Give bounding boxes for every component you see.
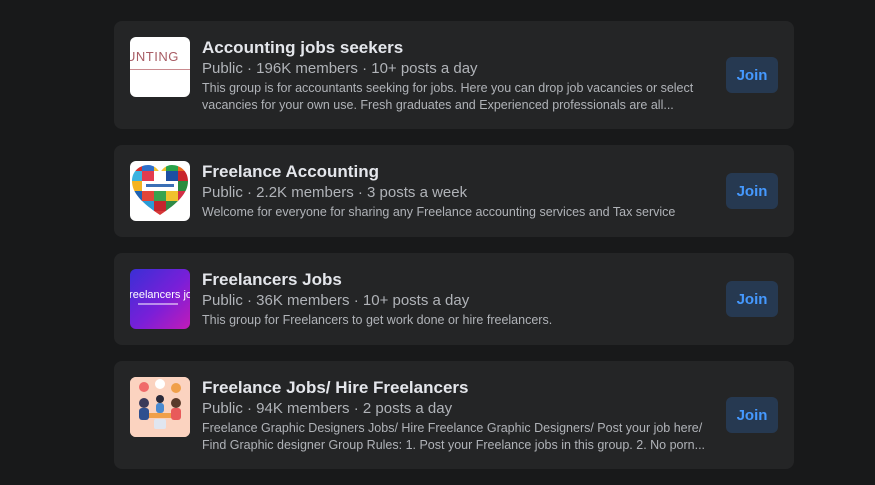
group-description: This group for Freelancers to get work d… (202, 313, 553, 327)
group-info: Accounting jobs seekers Public · 196K me… (202, 37, 718, 114)
join-button[interactable]: Join (726, 173, 778, 209)
group-thumbnail[interactable] (130, 161, 190, 221)
group-thumbnail[interactable]: freelancers job (130, 269, 190, 329)
group-name[interactable]: Freelancers Jobs (202, 269, 718, 290)
group-name[interactable]: Accounting jobs seekers (202, 37, 718, 58)
group-thumbnail[interactable] (130, 377, 190, 437)
heart-flags-image (132, 165, 188, 215)
thumbnail-text: UNTING (130, 49, 179, 64)
group-card: UNTING Accounting jobs seekers Public · … (114, 21, 794, 129)
group-info: Freelancers Jobs Public · 36K members · … (202, 269, 718, 329)
group-card: Freelance Jobs/ Hire Freelancers Public … (114, 361, 794, 469)
group-description: Freelance Graphic Designers Jobs/ Hire F… (202, 421, 706, 452)
group-info: Freelance Jobs/ Hire Freelancers Public … (202, 377, 718, 454)
group-description: This group is for accountants seeking fo… (202, 81, 694, 112)
thumbnail-subline (138, 303, 178, 305)
group-meta: Public · 36K members · 10+ posts a day (202, 292, 470, 309)
join-button[interactable]: Join (726, 57, 778, 93)
group-description: Welcome for everyone for sharing any Fre… (202, 205, 676, 219)
thumbnail-divider (130, 69, 190, 70)
group-name[interactable]: Freelance Jobs/ Hire Freelancers (202, 377, 718, 398)
group-meta: Public · 196K members · 10+ posts a day (202, 60, 478, 77)
group-thumbnail[interactable]: UNTING (130, 37, 190, 97)
join-button[interactable]: Join (726, 397, 778, 433)
group-meta: Public · 94K members · 2 posts a day (202, 400, 453, 417)
group-info: Freelance Accounting Public · 2.2K membe… (202, 161, 718, 221)
freelancers-illustration (130, 377, 190, 437)
group-card: Freelance Accounting Public · 2.2K membe… (114, 145, 794, 237)
thumbnail-text: freelancers job (130, 289, 190, 301)
join-button[interactable]: Join (726, 281, 778, 317)
group-name[interactable]: Freelance Accounting (202, 161, 718, 182)
group-results-list: UNTING Accounting jobs seekers Public · … (114, 21, 794, 485)
group-meta: Public · 2.2K members · 3 posts a week (202, 184, 468, 201)
group-card: freelancers job Freelancers Jobs Public … (114, 253, 794, 345)
